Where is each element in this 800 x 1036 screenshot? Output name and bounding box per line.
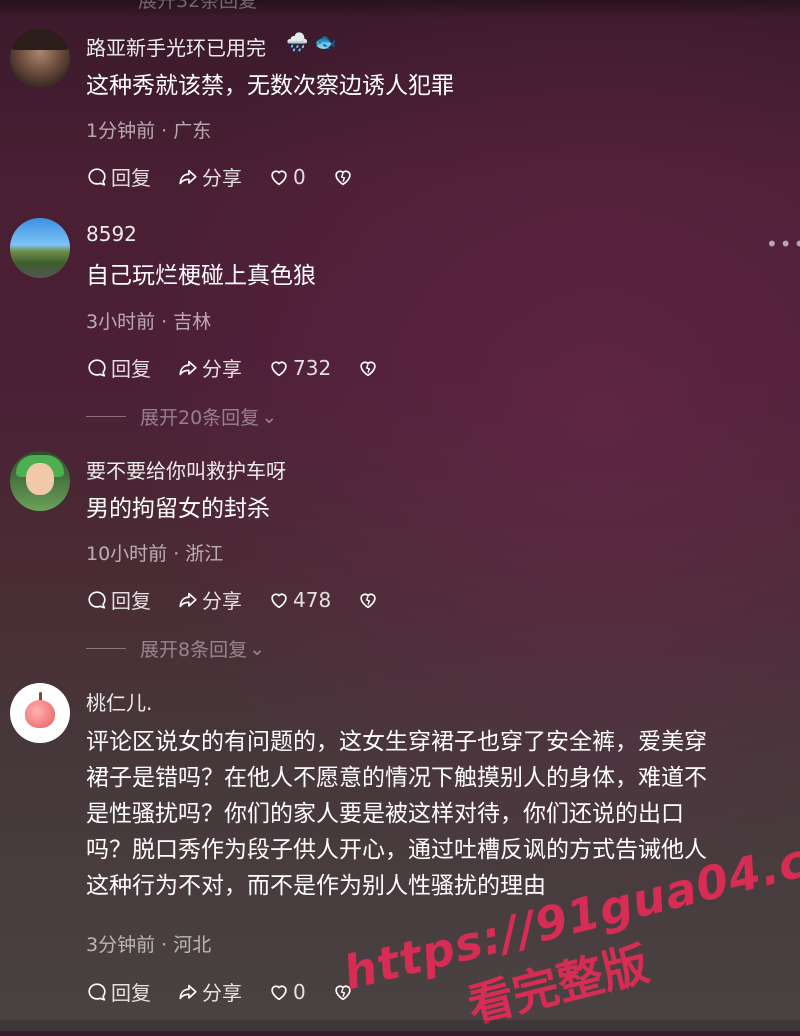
partial-expand-replies[interactable]: 展开32条回复 bbox=[138, 0, 257, 13]
reply-button[interactable]: 回复 bbox=[86, 353, 151, 382]
comment-actions: 回复 分享 0 bbox=[86, 977, 380, 1006]
share-button[interactable]: 分享 bbox=[177, 162, 242, 191]
heart-icon bbox=[271, 169, 287, 185]
chevron-down-icon: ⌄ bbox=[261, 405, 278, 428]
share-label: 分享 bbox=[202, 589, 242, 613]
like-count: 478 bbox=[293, 587, 332, 612]
comment-meta: 3小时前 · 吉林 bbox=[86, 311, 212, 333]
like-button[interactable]: 478 bbox=[268, 588, 331, 612]
expand-label: 展开8条回复 bbox=[140, 639, 248, 661]
username[interactable]: 要不要给你叫救护车呀 bbox=[86, 455, 286, 484]
expand-replies-button[interactable]: 展开8条回复 ⌄ bbox=[86, 635, 265, 662]
comment-actions: 回复 分享 732 bbox=[86, 353, 405, 382]
share-button[interactable]: 分享 bbox=[177, 585, 242, 614]
share-label: 分享 bbox=[202, 357, 242, 381]
comment-text-line: 评论区说女的有问题的，这女生穿裙子也穿了安全裤，爱美穿 bbox=[86, 729, 707, 755]
dislike-button[interactable] bbox=[357, 357, 379, 379]
share-icon bbox=[179, 984, 197, 999]
dislike-button[interactable] bbox=[357, 589, 379, 611]
share-label: 分享 bbox=[202, 166, 242, 190]
username[interactable]: 8592 bbox=[86, 222, 137, 246]
top-fade bbox=[0, 0, 800, 18]
dislike-heart-icon bbox=[360, 592, 376, 608]
comment-text: 这种秀就该禁，无数次察边诱人犯罪 bbox=[86, 73, 454, 99]
reply-button[interactable]: 回复 bbox=[86, 977, 151, 1006]
reply-label: 回复 bbox=[111, 357, 151, 381]
share-button[interactable]: 分享 bbox=[177, 977, 242, 1006]
heart-icon bbox=[271, 984, 287, 1000]
share-button[interactable]: 分享 bbox=[177, 353, 242, 382]
avatar[interactable] bbox=[10, 218, 70, 278]
expand-replies-button[interactable]: 展开20条回复 ⌄ bbox=[86, 403, 277, 430]
expand-label: 展开20条回复 bbox=[140, 407, 260, 429]
comment-text: 男的拘留女的封杀 bbox=[86, 496, 270, 522]
like-button[interactable]: 0 bbox=[268, 165, 306, 189]
heart-icon bbox=[271, 360, 287, 376]
avatar[interactable] bbox=[10, 28, 70, 88]
reply-label: 回复 bbox=[111, 981, 151, 1005]
comment-icon bbox=[88, 358, 106, 377]
heart-icon bbox=[271, 592, 287, 608]
more-icon[interactable]: ••• bbox=[766, 232, 800, 256]
comment-text: 自己玩烂梗碰上真色狼 bbox=[86, 263, 316, 289]
comment-actions: 回复 分享 0 bbox=[86, 162, 380, 191]
comment-icon bbox=[88, 167, 106, 186]
comment-icon bbox=[88, 982, 106, 1001]
share-icon bbox=[179, 169, 197, 184]
reply-label: 回复 bbox=[111, 166, 151, 190]
like-count: 732 bbox=[293, 355, 332, 380]
reply-button[interactable]: 回复 bbox=[86, 585, 151, 614]
share-icon bbox=[179, 592, 197, 607]
expand-divider bbox=[86, 416, 126, 417]
comment-icon bbox=[88, 590, 106, 609]
comment-meta: 3分钟前 · 河北 bbox=[86, 934, 212, 956]
like-count: 0 bbox=[293, 979, 306, 1004]
like-count: 0 bbox=[293, 164, 306, 189]
avatar[interactable] bbox=[10, 683, 70, 743]
username[interactable]: 路亚新手光环已用完 bbox=[86, 32, 266, 61]
dislike-heart-icon bbox=[360, 360, 376, 376]
share-label: 分享 bbox=[202, 981, 242, 1005]
chevron-down-icon: ⌄ bbox=[249, 637, 266, 660]
comment-text-line: 是性骚扰吗？你们的家人要是被这样对待，你们还说的出口 bbox=[86, 801, 684, 827]
user-badges: 🌧️ 🐟 bbox=[286, 32, 337, 53]
reply-label: 回复 bbox=[111, 589, 151, 613]
expand-divider bbox=[86, 648, 126, 649]
avatar[interactable] bbox=[10, 451, 70, 511]
dislike-button[interactable] bbox=[332, 166, 354, 188]
like-button[interactable]: 732 bbox=[268, 356, 331, 380]
username[interactable]: 桃仁儿. bbox=[86, 687, 152, 716]
share-icon bbox=[179, 360, 197, 375]
reply-button[interactable]: 回复 bbox=[86, 162, 151, 191]
comment-meta: 1分钟前 · 广东 bbox=[86, 120, 212, 142]
comment-text-line: 裙子是错吗？在他人不愿意的情况下触摸别人的身体，难道不 bbox=[86, 765, 707, 791]
comment-meta: 10小时前 · 浙江 bbox=[86, 543, 224, 565]
dislike-heart-icon bbox=[335, 169, 351, 185]
comment-actions: 回复 分享 478 bbox=[86, 585, 405, 614]
bottom-fade bbox=[0, 1020, 800, 1031]
like-button[interactable]: 0 bbox=[268, 980, 306, 1004]
